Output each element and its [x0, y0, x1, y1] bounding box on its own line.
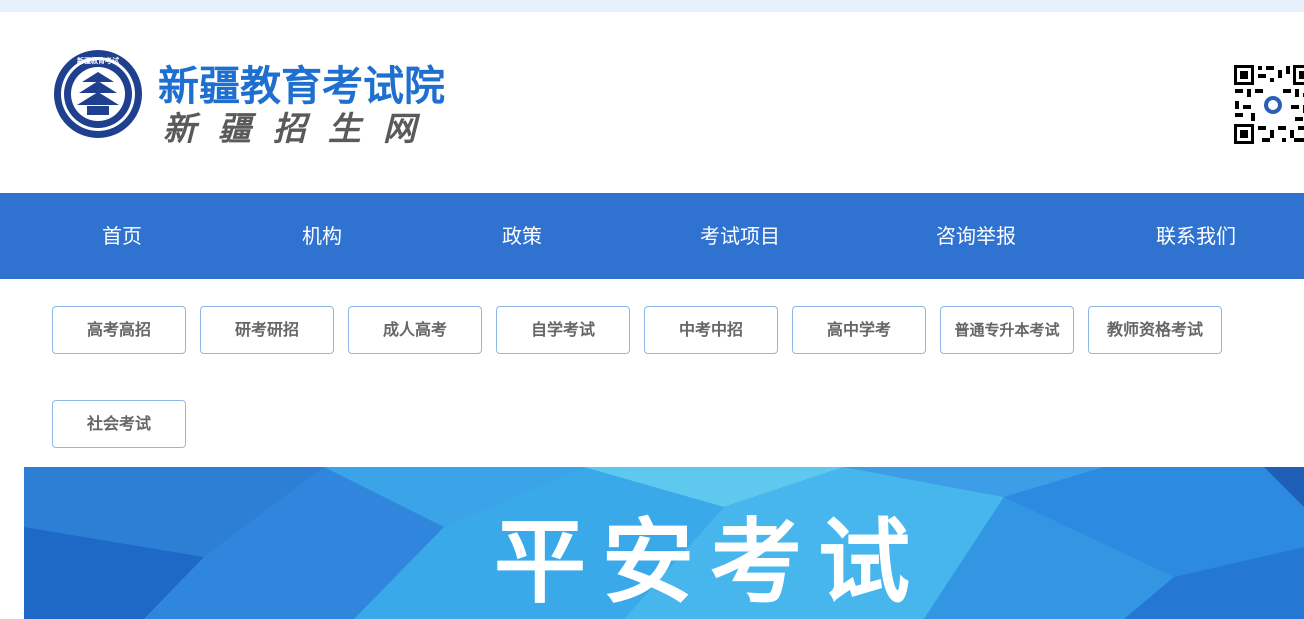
site-subtitle: 新疆招生网	[163, 109, 438, 148]
nav-item-home[interactable]: 首页	[102, 193, 142, 279]
category-button-social-exam[interactable]: 社会考试	[52, 400, 186, 448]
category-button-upgrade-exam[interactable]: 普通专升本考试	[940, 306, 1074, 354]
category-button-zhongkao[interactable]: 中考中招	[644, 306, 778, 354]
category-button-high-school-test[interactable]: 高中学考	[792, 306, 926, 354]
nav-item-exam-projects[interactable]: 考试项目	[700, 193, 780, 279]
category-button-self-study[interactable]: 自学考试	[496, 306, 630, 354]
qr-code-icon	[1233, 64, 1304, 145]
category-button-teacher-cert[interactable]: 教师资格考试	[1088, 306, 1222, 354]
emblem-icon[interactable]: 新疆教育考试	[52, 48, 144, 140]
main-nav: 首页 机构 政策 考试项目 咨询举报 联系我们	[0, 193, 1304, 279]
svg-text:新疆教育考试: 新疆教育考试	[77, 56, 119, 65]
nav-item-organization[interactable]: 机构	[302, 193, 342, 279]
top-strip	[0, 0, 1304, 12]
category-button-adult-exam[interactable]: 成人高考	[348, 306, 482, 354]
nav-item-consult-report[interactable]: 咨询举报	[936, 193, 1016, 279]
banner-title: 平安考试	[494, 509, 927, 616]
nav-item-contact-us[interactable]: 联系我们	[1156, 193, 1236, 279]
category-button-gaokao[interactable]: 高考高招	[52, 306, 186, 354]
nav-item-policy[interactable]: 政策	[502, 193, 542, 279]
hero-banner[interactable]: 平安考试	[24, 467, 1304, 619]
site-header: 新疆教育考试 新疆教育考试院 新疆招生网	[0, 12, 1304, 193]
category-button-postgraduate[interactable]: 研考研招	[200, 306, 334, 354]
